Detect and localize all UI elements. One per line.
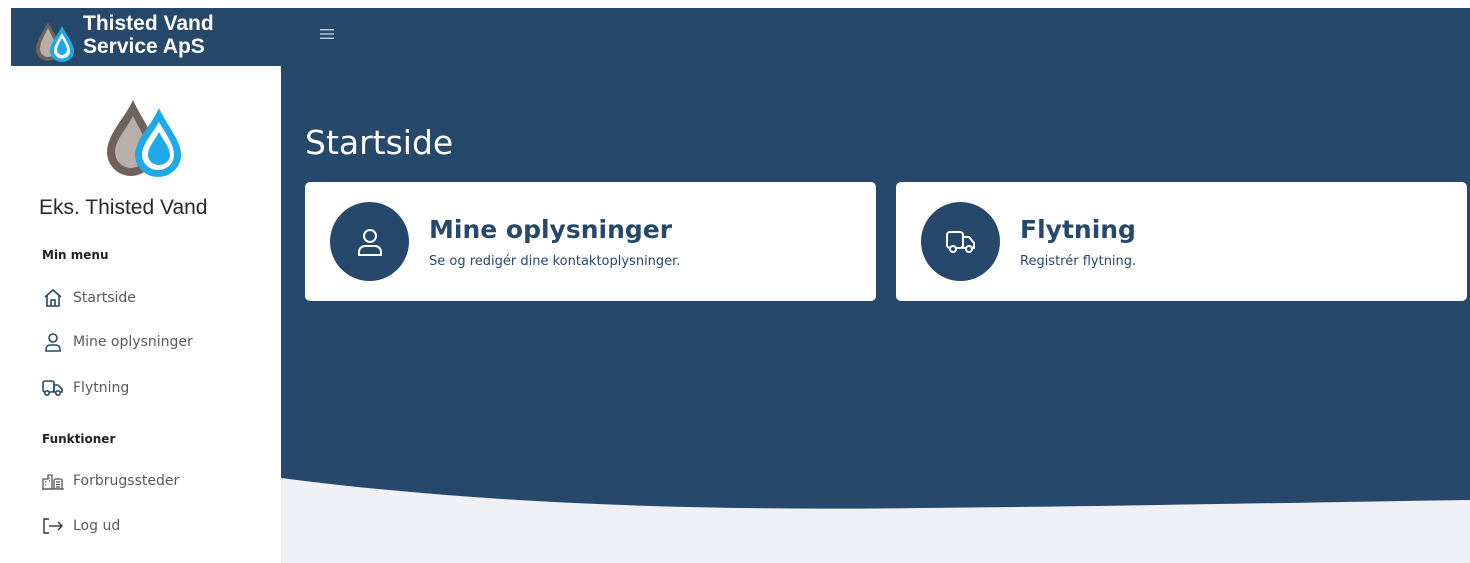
user-icon <box>42 331 64 353</box>
logout-icon <box>42 515 64 537</box>
truck-icon <box>42 377 64 399</box>
sidebar-item-label: Mine oplysninger <box>73 334 193 350</box>
card-title: Mine oplysninger <box>429 215 673 244</box>
section-label-funktioner: Funktioner <box>42 432 116 446</box>
card-icon-circle <box>330 202 409 281</box>
top-bar: Thisted Vand Service ApS <box>11 8 1470 66</box>
hamburger-icon[interactable] <box>317 22 337 46</box>
brand-name-line2: Service ApS <box>83 35 205 58</box>
wave-background <box>281 478 1470 563</box>
user-icon <box>357 228 382 256</box>
sidebar-item-log-ud[interactable]: Log ud <box>42 514 120 538</box>
card-flytning[interactable]: Flytning Registrér flytning. <box>896 182 1467 301</box>
page-title: Startside <box>305 123 454 162</box>
section-label-min-menu: Min menu <box>42 248 109 262</box>
card-title: Flytning <box>1020 215 1136 244</box>
home-icon <box>42 287 64 309</box>
sidebar-item-mine-oplysninger[interactable]: Mine oplysninger <box>42 330 193 354</box>
card-subtitle: Registrér flytning. <box>1020 254 1137 269</box>
card-mine-oplysninger[interactable]: Mine oplysninger Se og redigér dine kont… <box>305 182 876 301</box>
brand[interactable]: Thisted Vand Service ApS <box>33 12 214 62</box>
page: Thisted Vand Service ApS Startside Mine … <box>0 0 1470 563</box>
sidebar-item-label: Startside <box>73 290 136 306</box>
brand-name: Thisted Vand Service ApS <box>83 12 214 58</box>
sidebar-item-forbrugssteder[interactable]: Forbrugssteder <box>42 469 179 493</box>
truck-icon <box>945 230 975 253</box>
water-drops-logo <box>107 100 181 177</box>
buildings-icon <box>42 470 64 492</box>
sidebar-item-label: Log ud <box>73 518 121 534</box>
sidebar-item-flytning[interactable]: Flytning <box>42 376 129 400</box>
sidebar-item-startside[interactable]: Startside <box>42 286 136 310</box>
sidebar: Eks. Thisted Vand Min menu Startside Min… <box>11 66 281 563</box>
card-icon-circle <box>921 202 1000 281</box>
account-name: Eks. Thisted Vand <box>39 196 208 219</box>
card-subtitle: Se og redigér dine kontaktoplysninger. <box>429 254 681 269</box>
water-drops-logo <box>36 22 74 62</box>
sidebar-item-label: Forbrugssteder <box>73 473 180 489</box>
brand-name-line1: Thisted Vand <box>83 12 214 35</box>
main-content: Startside Mine oplysninger Se og redigér… <box>281 66 1470 563</box>
sidebar-item-label: Flytning <box>73 380 130 396</box>
